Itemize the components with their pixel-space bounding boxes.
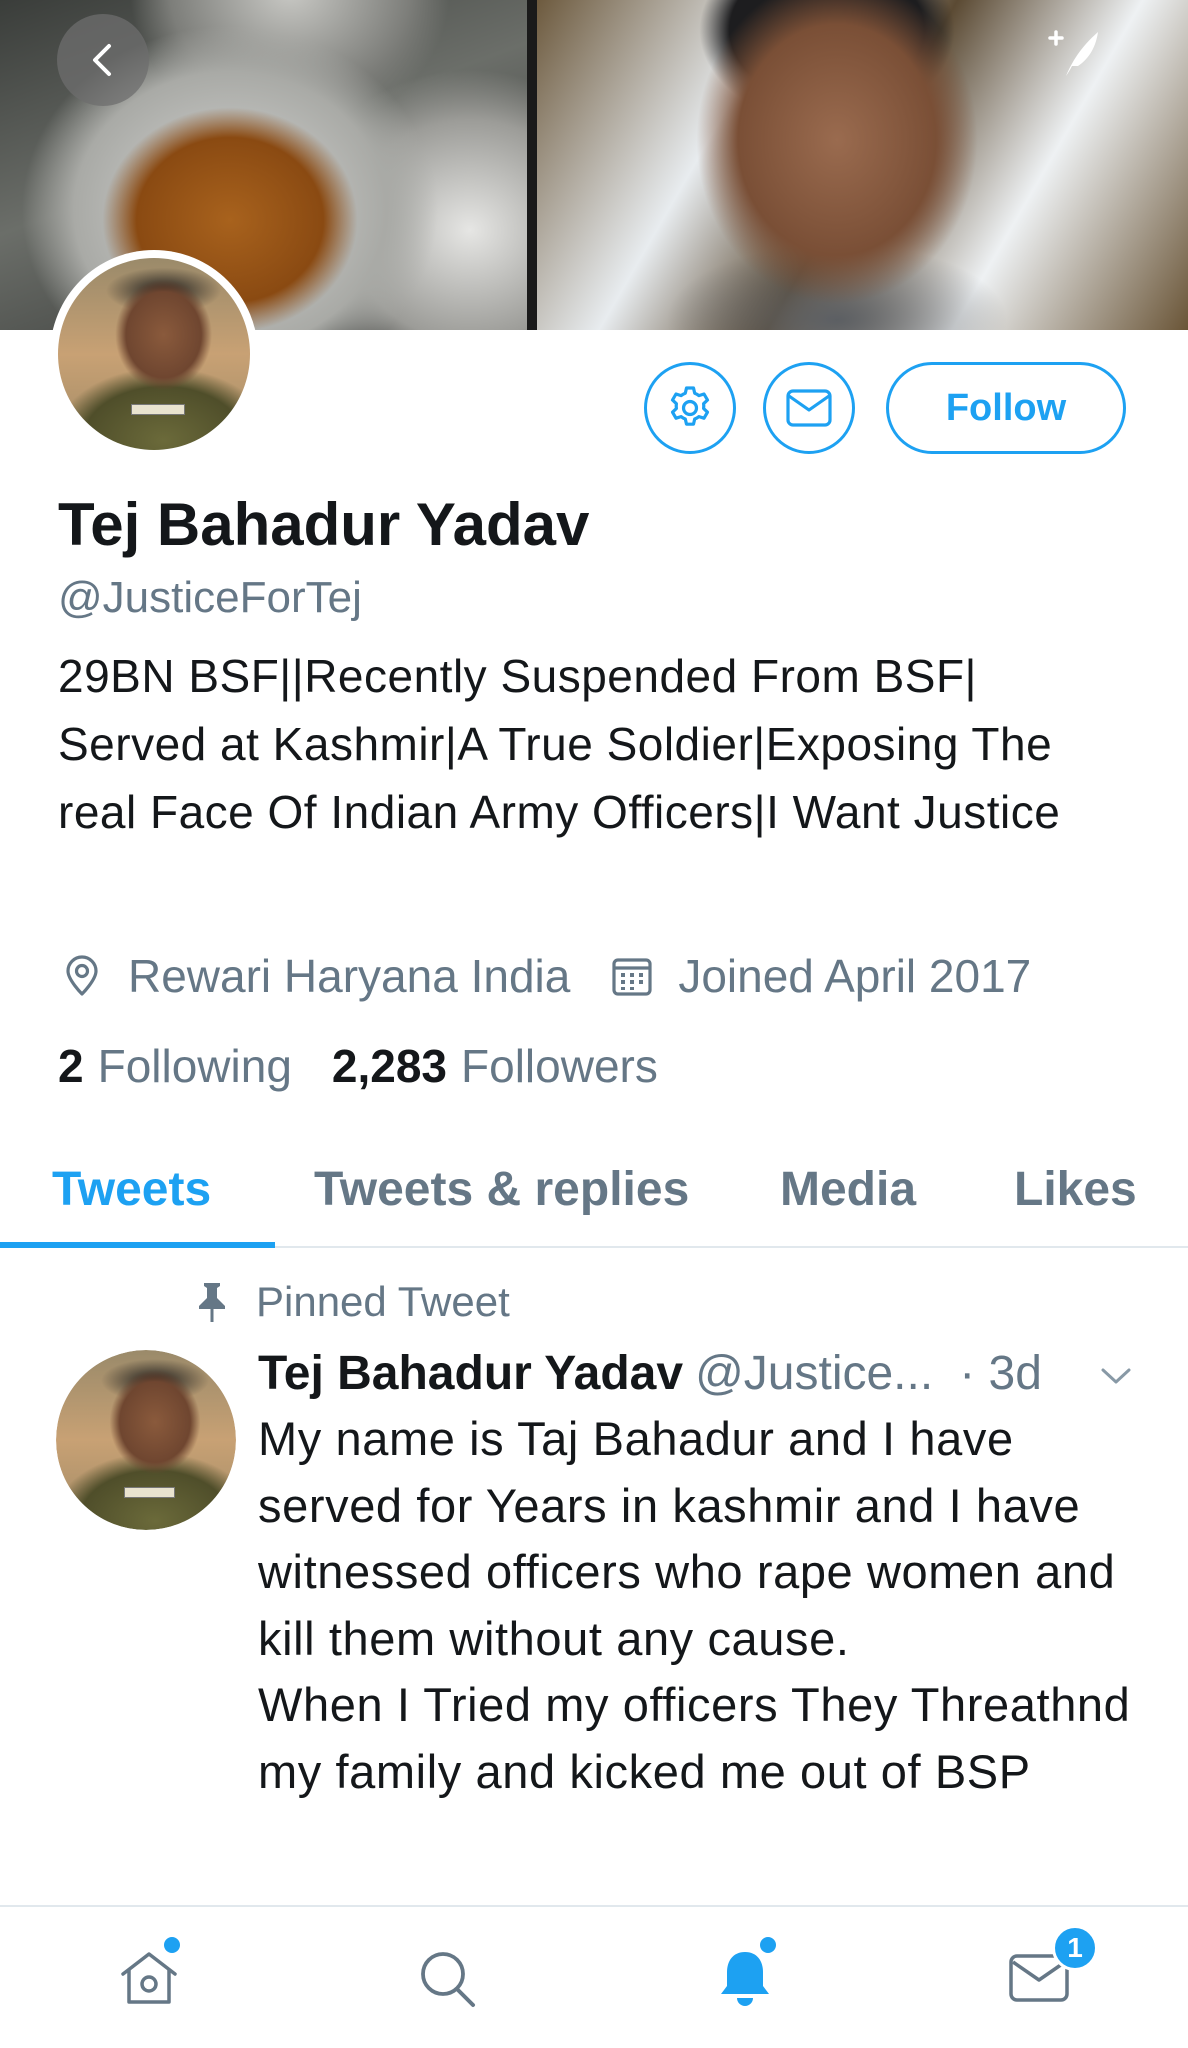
- profile-stats: 2 Following 2,283 Followers: [58, 1036, 658, 1096]
- tweet-header: Tej Bahadur Yadav @Justice... · 3d: [258, 1340, 1148, 1406]
- profile-name: Tej Bahadur Yadav: [58, 491, 590, 558]
- calendar-icon: [608, 952, 656, 1000]
- tab-media[interactable]: Media: [780, 1130, 916, 1248]
- following-count: 2: [58, 1040, 84, 1092]
- following-label: Following: [97, 1040, 292, 1092]
- envelope-icon: [786, 389, 832, 427]
- nav-home[interactable]: [114, 1943, 184, 2013]
- bell-icon: [721, 1952, 769, 2006]
- chevron-left-icon: [93, 44, 111, 76]
- bottom-navigation-bar: [0, 1905, 1188, 2048]
- profile-meta-row: Rewari Haryana India Joined April 2017: [58, 946, 1031, 1006]
- active-tab-indicator: [0, 1242, 275, 1248]
- uniform-name-tag: [130, 403, 185, 416]
- tab-tweets[interactable]: Tweets: [52, 1130, 211, 1248]
- tweet-author-avatar[interactable]: [56, 1350, 236, 1530]
- chevron-down-icon: [1101, 1368, 1131, 1384]
- compose-tweet-icon: [1048, 30, 1098, 76]
- profile-settings-button[interactable]: [644, 362, 736, 454]
- tweet-options-button[interactable]: [1096, 1356, 1136, 1396]
- pin-icon: [192, 1279, 232, 1325]
- notifications-unread-dot: [760, 1937, 776, 1953]
- uniform-name-tag: [124, 1486, 175, 1498]
- compose-tweet-button[interactable]: [1040, 20, 1110, 90]
- profile-joined-date: Joined April 2017: [678, 950, 1032, 1002]
- back-button[interactable]: [57, 14, 149, 106]
- direct-message-button[interactable]: [763, 362, 855, 454]
- followers-count: 2,283: [331, 1040, 448, 1092]
- profile-tabs: Tweets Tweets & replies Media Likes: [0, 1130, 1188, 1248]
- profile-bio: 29BN BSF||Recently Suspended From BSF| S…: [58, 650, 1061, 838]
- search-icon: [421, 1952, 475, 2007]
- location-pin-icon: [58, 952, 106, 1000]
- tab-likes[interactable]: Likes: [1014, 1130, 1137, 1248]
- pinned-tweet-label-row: Pinned Tweet: [192, 1272, 510, 1332]
- pinned-tweet-label: Pinned Tweet: [256, 1278, 510, 1325]
- profile-avatar-image: [58, 258, 250, 450]
- messages-badge: 1: [1052, 1925, 1098, 1971]
- tweet-timestamp[interactable]: · 3d: [959, 1346, 1042, 1401]
- profile-avatar[interactable]: [50, 250, 258, 458]
- tab-tweets-and-replies[interactable]: Tweets & replies: [314, 1130, 689, 1248]
- tweet-author-name[interactable]: Tej Bahadur Yadav: [258, 1346, 683, 1401]
- followers-link[interactable]: 2,283 Followers: [332, 1039, 658, 1093]
- tweet-text: My name is Taj Bahadur and I have served…: [258, 1412, 1131, 1798]
- tweet-author-avatar-image: [56, 1350, 236, 1530]
- gear-icon: [670, 386, 710, 426]
- nav-notifications[interactable]: [710, 1943, 780, 2013]
- nav-search[interactable]: [412, 1943, 482, 2013]
- followers-label: Followers: [461, 1040, 658, 1092]
- home-icon: [121, 1952, 177, 2004]
- home-unread-dot: [164, 1937, 180, 1953]
- follow-button[interactable]: Follow: [886, 362, 1126, 454]
- profile-handle: @JusticeForTej: [58, 573, 362, 622]
- tweet-author-handle[interactable]: @Justice...: [695, 1346, 933, 1401]
- profile-location: Rewari Haryana India: [128, 950, 571, 1002]
- banner-divider: [527, 0, 537, 330]
- following-link[interactable]: 2 Following: [58, 1039, 292, 1093]
